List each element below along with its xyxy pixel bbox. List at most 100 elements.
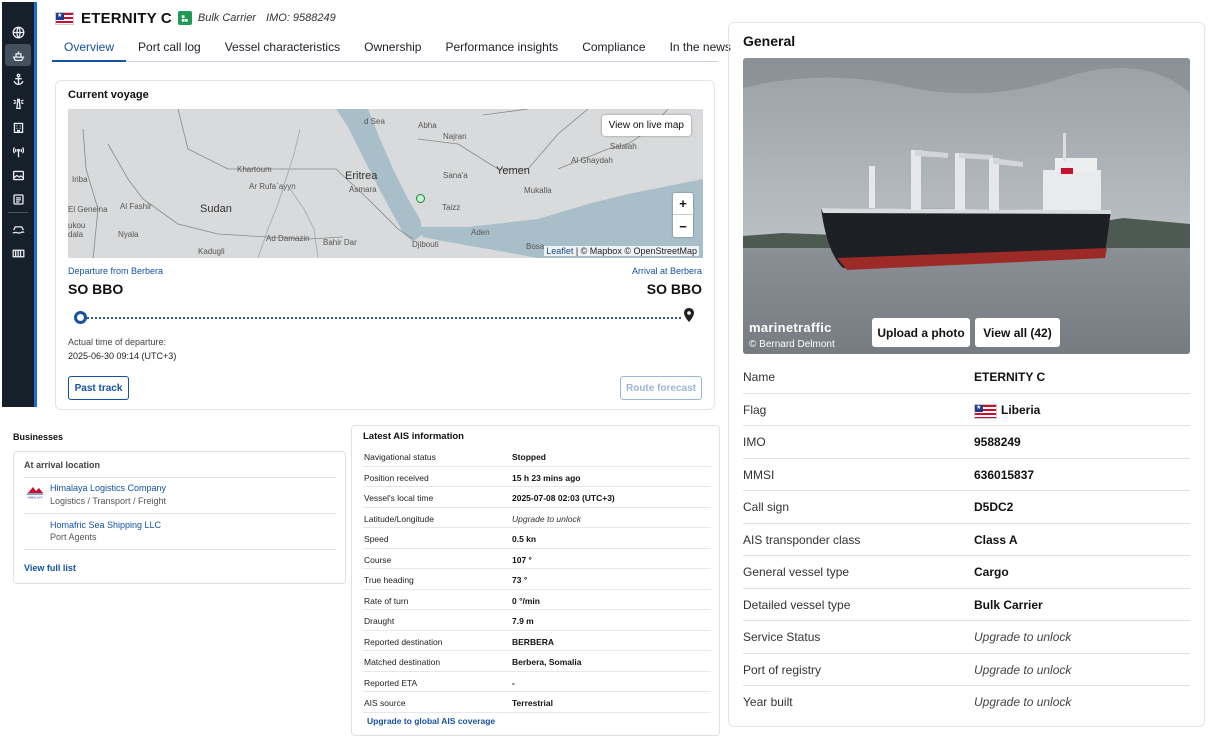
zoom-out-button[interactable]: − bbox=[673, 215, 693, 237]
map-label-bosaso: Bosa bbox=[526, 242, 545, 251]
map-label-khartoum: Khartoum bbox=[237, 165, 272, 174]
general-row: General vessel type Cargo bbox=[743, 556, 1190, 589]
ais-row: Navigational status Stopped bbox=[363, 446, 711, 467]
ais-row-label: Navigational status bbox=[364, 452, 436, 462]
atd-value: 2025-06-30 09:14 (UTC+3) bbox=[68, 351, 177, 361]
ais-row-value: 2025-07-08 02:03 (UTC+3) bbox=[512, 493, 615, 503]
globe-icon[interactable] bbox=[2, 21, 34, 43]
ais-row-label: Speed bbox=[364, 534, 389, 544]
himalaya-logo-text: HIMALAYA bbox=[28, 496, 43, 500]
departure-label[interactable]: Departure from Berbera bbox=[68, 266, 163, 276]
tab-vessel-characteristics[interactable]: Vessel characteristics bbox=[213, 34, 352, 62]
general-row-value[interactable]: Upgrade to unlock bbox=[974, 663, 1071, 677]
main-sidebar bbox=[2, 2, 34, 407]
antenna-icon[interactable] bbox=[2, 140, 34, 162]
divider bbox=[24, 477, 336, 478]
ais-row: Vessel's local time 2025-07-08 02:03 (UTC… bbox=[363, 487, 711, 508]
container-icon[interactable] bbox=[2, 242, 34, 264]
tab-overview[interactable]: Overview bbox=[52, 34, 127, 62]
general-row-label: Service Status bbox=[743, 630, 821, 644]
vessel-header: ETERNITY C Bulk Carrier IMO: 9588249 bbox=[55, 8, 336, 28]
general-row-value: 9588249 bbox=[974, 435, 1021, 449]
map-label-djibouti: Djibouti bbox=[412, 240, 439, 249]
route-forecast-button[interactable]: Route forecast bbox=[620, 376, 702, 400]
news-icon[interactable] bbox=[2, 188, 34, 210]
business-name-homafric[interactable]: Homafric Sea Shipping LLC bbox=[50, 520, 161, 530]
general-row-value: Cargo bbox=[974, 565, 1009, 579]
divider bbox=[24, 513, 336, 514]
past-track-button[interactable]: Past track bbox=[68, 376, 129, 400]
tab-compliance[interactable]: Compliance bbox=[570, 34, 657, 62]
map-label-redsea: d Sea bbox=[364, 117, 385, 126]
map-label-zukou: ukou bbox=[68, 221, 86, 230]
tab-performance-insights[interactable]: Performance insights bbox=[433, 34, 570, 62]
general-row-label: Detailed vessel type bbox=[743, 597, 851, 612]
verified-badge-icon[interactable] bbox=[177, 11, 192, 25]
vessel-photo[interactable]: marinetraffic © Bernard Delmont Upload a… bbox=[743, 58, 1190, 354]
view-all-photos-button[interactable]: View all (42) bbox=[975, 318, 1060, 347]
general-row: MMSI 636015837 bbox=[743, 459, 1190, 491]
businesses-title: Businesses bbox=[13, 432, 64, 442]
upgrade-ais-coverage-link[interactable]: Upgrade to global AIS coverage bbox=[367, 716, 495, 726]
general-row-label: AIS transponder class bbox=[743, 532, 861, 547]
general-row: IMO 9588249 bbox=[743, 426, 1190, 459]
general-row-label: Call sign bbox=[743, 500, 790, 514]
tab-port-call-log[interactable]: Port call log bbox=[126, 34, 213, 62]
map-label-addamazin: Ad Damazin bbox=[266, 234, 310, 243]
map-label-yemen: Yemen bbox=[496, 165, 530, 177]
ais-row-value: Berbera, Somalia bbox=[512, 657, 582, 667]
general-row-value: Liberia bbox=[1001, 402, 1041, 417]
general-row: Call sign D5DC2 bbox=[743, 491, 1190, 524]
general-row-value[interactable]: Upgrade to unlock bbox=[974, 695, 1071, 709]
general-row-label: MMSI bbox=[743, 467, 775, 482]
tab-ownership[interactable]: Ownership bbox=[352, 34, 433, 62]
general-title: General bbox=[743, 33, 796, 49]
business-name-himalaya[interactable]: Himalaya Logistics Company bbox=[50, 483, 166, 493]
business-type-himalaya: Logistics / Transport / Freight bbox=[50, 496, 167, 506]
ais-row-label: AIS source bbox=[364, 698, 406, 708]
latest-ais-card: Latest AIS information Navigational stat… bbox=[351, 425, 720, 736]
upload-photo-button[interactable]: Upload a photo bbox=[872, 318, 970, 347]
general-row-label: Year built bbox=[743, 695, 793, 709]
vessel-position-marker[interactable] bbox=[416, 194, 425, 203]
anchor-icon[interactable] bbox=[2, 68, 34, 90]
general-row-value[interactable]: Upgrade to unlock bbox=[974, 630, 1071, 644]
ais-row-value: 0 °/min bbox=[512, 595, 540, 606]
building-icon[interactable] bbox=[2, 116, 34, 138]
zoom-in-button[interactable]: + bbox=[673, 193, 693, 215]
ais-row-value: 15 h 23 mins ago bbox=[512, 472, 581, 483]
general-row: Name ETERNITY C bbox=[743, 361, 1190, 394]
ais-row: Position received 15 h 23 mins ago bbox=[363, 467, 711, 487]
current-voyage-title: Current voyage bbox=[68, 89, 149, 101]
leaflet-link[interactable]: Leaflet bbox=[546, 246, 573, 256]
voyage-map[interactable]: d Sea Abha Najran Salalah Al Ghaydah Yem… bbox=[68, 109, 703, 258]
ais-row-value[interactable]: Upgrade to unlock bbox=[512, 514, 581, 524]
vessel-meta: Bulk Carrier IMO: 9588249 bbox=[198, 12, 336, 24]
vessel-photo-image bbox=[743, 58, 1190, 354]
current-voyage-card: Current voyage d Sea Abha Najran Salalah… bbox=[55, 80, 715, 410]
attribution-text: | © Mapbox © OpenStreetMap bbox=[573, 246, 697, 256]
ais-row: Speed 0.5 kn bbox=[363, 528, 711, 549]
ais-row: Reported ETA - bbox=[363, 672, 711, 692]
view-live-map-button[interactable]: View on live map bbox=[601, 115, 691, 136]
general-row: Flag Liberia bbox=[743, 394, 1190, 426]
view-full-list-link[interactable]: View full list bbox=[24, 563, 76, 573]
lighthouse-icon[interactable] bbox=[2, 92, 34, 114]
map-label-kadugli: Kadugli bbox=[198, 247, 225, 256]
general-row-label: IMO bbox=[743, 435, 766, 449]
business-type-homafric: Port Agents bbox=[50, 532, 97, 542]
liberia-flag-icon bbox=[55, 11, 74, 25]
at-arrival-location-label: At arrival location bbox=[24, 460, 101, 470]
general-row-label: Port of registry bbox=[743, 662, 822, 677]
atd-label: Actual time of departure: bbox=[68, 337, 167, 347]
map-label-eritrea: Eritrea bbox=[345, 170, 378, 182]
ship-wave-icon[interactable] bbox=[2, 217, 34, 239]
photo-icon[interactable] bbox=[2, 164, 34, 186]
map-label-asmara: Asmara bbox=[349, 185, 377, 194]
map-label-salalah: Salalah bbox=[610, 142, 637, 151]
ship-icon[interactable] bbox=[5, 44, 31, 66]
arrival-label[interactable]: Arrival at Berbera bbox=[632, 266, 702, 276]
general-row-value: D5DC2 bbox=[974, 500, 1014, 514]
map-label-iriba: Iriba bbox=[72, 175, 88, 184]
map-zoom-control: + − bbox=[673, 193, 693, 237]
